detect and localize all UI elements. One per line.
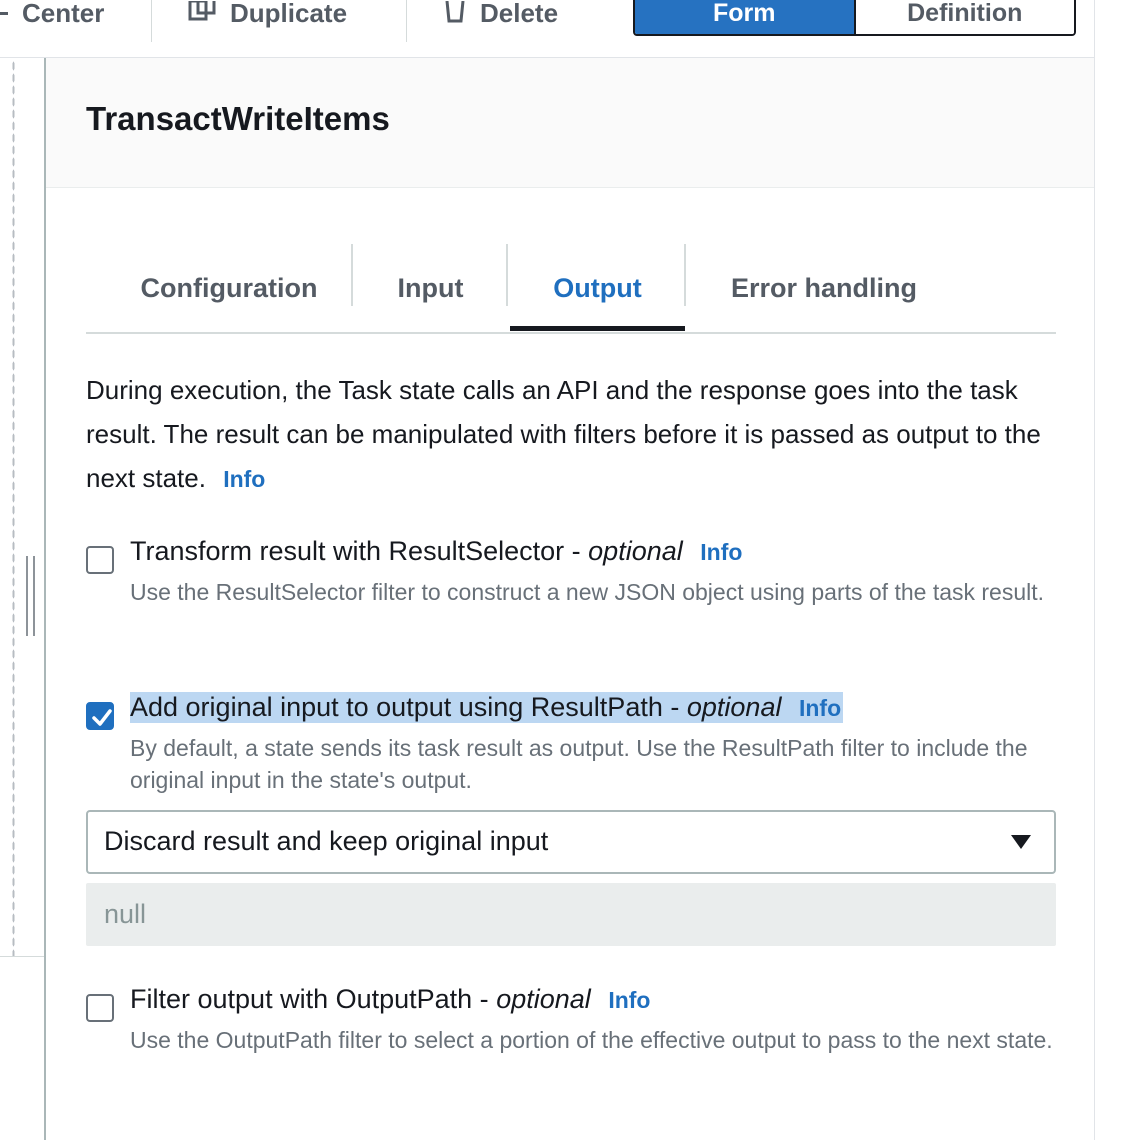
result-path-value: null — [104, 899, 147, 929]
tab-divider — [351, 244, 353, 306]
toolbar-divider — [406, 0, 407, 42]
tab-error-handling[interactable]: Error handling — [687, 244, 961, 332]
info-link[interactable]: Info — [608, 987, 650, 1013]
option-label-text: Add original input to output using Resul… — [130, 692, 680, 722]
workflow-canvas[interactable] — [0, 60, 44, 1140]
optional-text: optional — [686, 692, 782, 722]
tab-divider — [684, 244, 686, 306]
form-view-button[interactable]: Form — [635, 0, 856, 34]
tab-input[interactable]: Input — [354, 244, 507, 332]
tab-divider — [506, 244, 508, 306]
inspector-header: TransactWriteItems — [46, 58, 1094, 188]
canvas-grid — [12, 60, 15, 956]
info-link[interactable]: Info — [799, 695, 841, 721]
info-link[interactable]: Info — [223, 466, 265, 492]
duplicate-icon — [188, 1, 216, 21]
inspector-tabs: Configuration Input Output Error handlin… — [86, 244, 1056, 334]
optional-text: optional — [496, 984, 591, 1014]
panel-border — [44, 58, 46, 1140]
definition-view-button[interactable]: Definition — [855, 0, 1074, 34]
toolbar: Center Duplicate Delete Form Definition — [0, 0, 1094, 58]
result-selector-label: Transform result with ResultSelector - o… — [130, 536, 742, 567]
result-path-value-field: null — [86, 883, 1056, 946]
option-label-text: Transform result with ResultSelector - — [130, 536, 581, 566]
resize-handle-grip — [33, 556, 35, 636]
panel-right-edge — [1094, 0, 1095, 1140]
active-tab-indicator — [510, 326, 685, 331]
output-path-description: Use the OutputPath filter to select a po… — [130, 1027, 1053, 1053]
delete-label: Delete — [480, 0, 559, 28]
canvas-divider — [0, 956, 44, 957]
output-description: During execution, the Task state calls a… — [86, 368, 1066, 501]
optional-text: optional — [588, 536, 683, 566]
tab-configuration[interactable]: Configuration — [106, 244, 352, 332]
toolbar-divider — [151, 0, 152, 42]
result-path-description: By default, a state sends its task resul… — [130, 735, 1028, 793]
center-label: Center — [22, 0, 105, 28]
tab-output[interactable]: Output — [510, 244, 685, 332]
step-functions-editor: Center Duplicate Delete Form Definition — [0, 0, 1124, 1140]
option-label-text: Filter output with OutputPath - — [130, 984, 489, 1014]
result-selector-checkbox[interactable] — [86, 546, 114, 574]
duplicate-button[interactable]: Duplicate — [188, 0, 347, 40]
delete-button[interactable]: Delete — [444, 0, 558, 40]
duplicate-label: Duplicate — [230, 0, 348, 28]
center-button[interactable]: Center — [0, 0, 104, 40]
output-path-label: Filter output with OutputPath - optional… — [130, 984, 650, 1015]
trash-icon — [445, 1, 465, 23]
check-icon — [92, 709, 112, 726]
view-toggle: Form Definition — [633, 0, 1076, 36]
result-path-label: Add original input to output using Resul… — [130, 692, 844, 723]
caret-down-icon — [1011, 835, 1031, 849]
center-icon — [0, 11, 8, 15]
output-path-checkbox[interactable] — [86, 994, 114, 1022]
result-path-checkbox[interactable] — [86, 702, 114, 730]
info-link[interactable]: Info — [700, 539, 742, 565]
result-path-select[interactable]: Discard result and keep original input — [86, 810, 1056, 874]
select-value: Discard result and keep original input — [104, 826, 549, 856]
state-title: TransactWriteItems — [86, 100, 390, 137]
resize-handle[interactable] — [26, 556, 28, 636]
result-selector-description: Use the ResultSelector filter to constru… — [130, 579, 1045, 605]
